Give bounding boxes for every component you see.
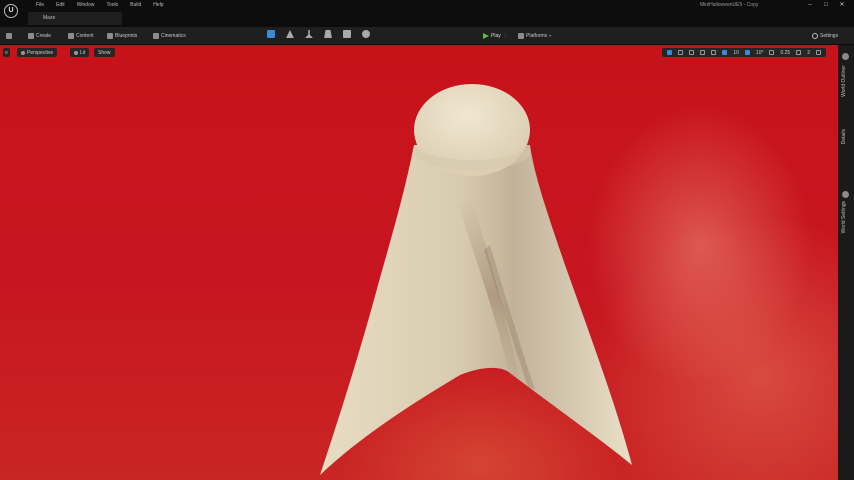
blueprints-icon [107,32,113,39]
content-button[interactable]: Content [68,31,94,40]
tab-details[interactable]: Details [841,129,847,144]
cinematics-label: Cinematics [161,32,186,39]
chevron-down-icon: ▾ [549,33,552,38]
grid-snap-icon[interactable] [722,50,728,55]
select-icon[interactable] [667,50,673,55]
cinematics-icon [153,32,159,39]
main-toolbar: Create Content Blueprints Cinematics Pla… [0,27,854,44]
play-icon [483,32,489,39]
main-menu: File Edit Window Tools Build Help [30,2,170,9]
foliage-icon[interactable] [305,30,313,38]
show-button[interactable]: Show [94,48,115,57]
hamburger-icon: ≡ [5,49,8,56]
settings-label: Settings [820,32,839,39]
play-options-icon[interactable]: ⋮ [503,33,508,39]
lit-label: Lit [80,49,86,56]
minimize-button[interactable]: – [802,0,818,10]
mode-toolbar [267,30,381,38]
viewport-options-button[interactable]: ≡ [3,48,10,57]
ghost-mesh[interactable] [0,45,838,480]
project-title: MiniHalloweenUE5 - Copy [700,2,759,8]
grid-snap-value[interactable]: 10 [733,50,739,56]
title-bar: U File Edit Window Tools Build Help Maze… [0,0,854,27]
rotate-icon[interactable] [689,50,695,55]
window-controls: – □ ✕ [802,0,850,10]
save-button[interactable] [6,31,12,40]
lit-button[interactable]: Lit [70,48,90,57]
menu-build[interactable]: Build [124,2,147,9]
level-viewport[interactable]: ≡ Perspective Lit Show 10 10° 0.25 2 [0,45,838,480]
landscape-icon[interactable] [286,30,294,38]
settings-button[interactable]: Settings [812,31,838,40]
play-button[interactable]: Play ⋮ [483,31,508,40]
outliner-icon[interactable] [842,53,849,60]
world-space-icon[interactable] [711,50,717,55]
maximize-viewport-icon[interactable] [816,50,821,55]
platforms-icon [518,32,524,39]
perspective-icon [21,50,25,55]
viewport-snap-toolbar: 10 10° 0.25 2 [662,48,826,57]
content-label: Content [76,32,94,39]
play-label: Play [491,32,501,39]
create-label: Create [36,32,52,39]
select-mode-icon[interactable] [267,30,275,38]
platforms-button[interactable]: Platforms ▾ [518,31,551,40]
world-settings-icon[interactable] [842,191,849,198]
unreal-logo-icon[interactable]: U [4,4,18,18]
side-panel-collapsed: World Outliner Details World Settings [838,45,854,480]
menu-file[interactable]: File [30,2,50,9]
rotation-snap-icon[interactable] [744,50,750,55]
ghost-sheet [320,145,632,475]
translate-icon[interactable] [678,50,684,55]
menu-edit[interactable]: Edit [50,2,71,9]
blueprints-label: Blueprints [115,32,138,39]
camera-speed-value[interactable]: 2 [807,50,810,56]
close-button[interactable]: ✕ [834,0,850,10]
lit-icon [74,50,78,55]
scale-snap-icon[interactable] [769,50,775,55]
perspective-button[interactable]: Perspective [17,48,58,57]
gear-icon [812,32,818,39]
tab-map[interactable]: Maze [28,12,122,25]
camera-speed-icon[interactable] [796,50,802,55]
tab-world-settings[interactable]: World Settings [841,201,847,233]
create-button[interactable]: Create [28,31,51,40]
scale-snap-value[interactable]: 0.25 [780,50,790,56]
perspective-label: Perspective [27,49,54,56]
content-icon [68,32,74,39]
cinematics-button[interactable]: Cinematics [153,31,186,40]
show-label: Show [98,49,111,56]
create-icon [28,32,34,39]
menu-help[interactable]: Help [147,2,169,9]
menu-tools[interactable]: Tools [100,2,124,9]
menu-window[interactable]: Window [71,2,101,9]
mesh-paint-icon[interactable] [324,30,332,38]
scale-icon[interactable] [700,50,706,55]
save-icon [6,32,12,39]
maximize-button[interactable]: □ [818,0,834,10]
rotation-snap-value[interactable]: 10° [756,50,764,56]
modeling-icon[interactable] [362,30,370,38]
map-tab-label: Maze [43,15,56,21]
blueprints-button[interactable]: Blueprints [107,31,137,40]
platforms-label: Platforms [526,32,548,39]
fracture-icon[interactable] [343,30,351,38]
tab-world-outliner[interactable]: World Outliner [841,65,847,97]
